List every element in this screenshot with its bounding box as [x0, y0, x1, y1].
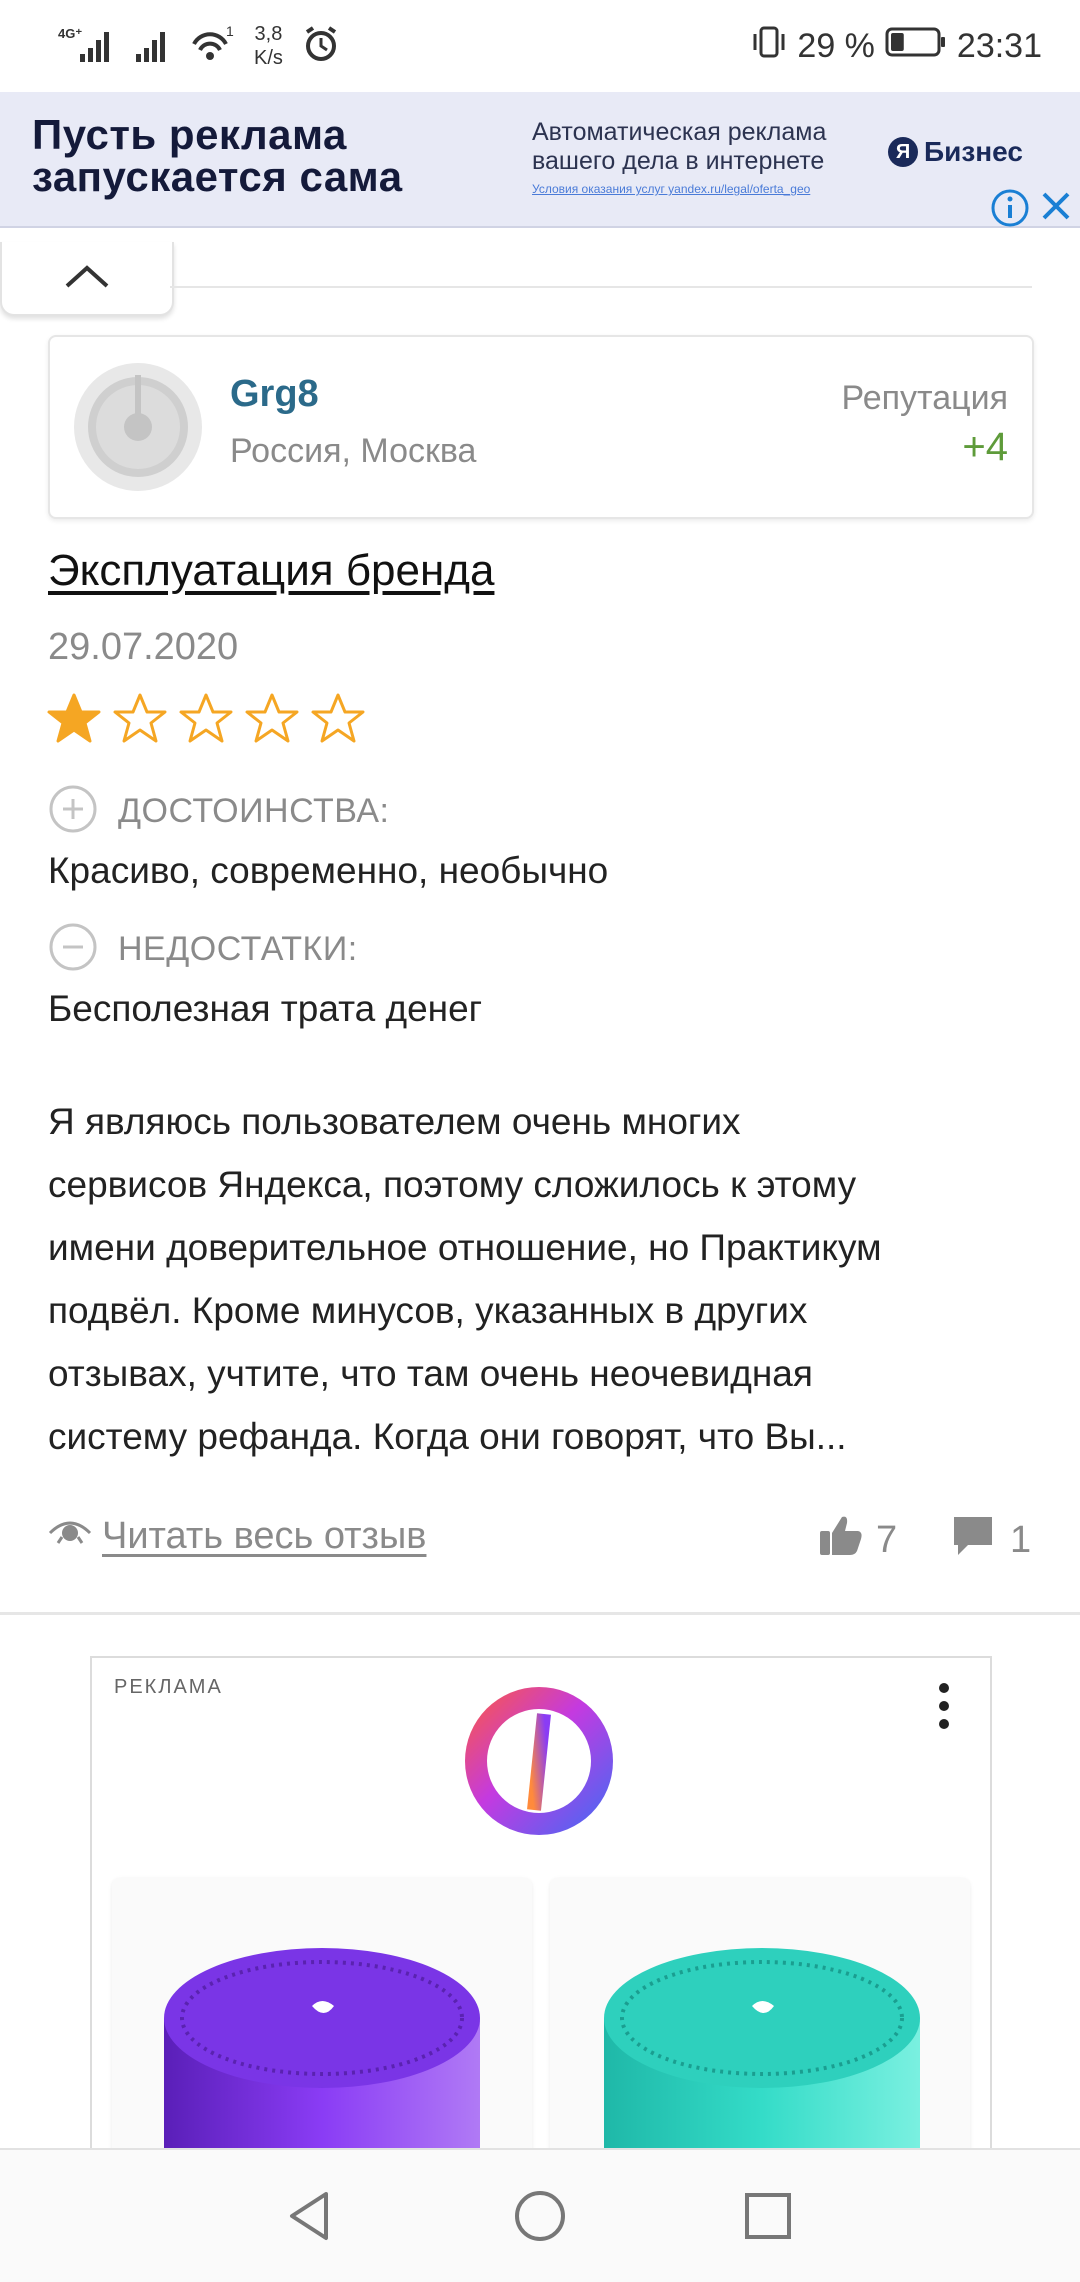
speed-unit: K/s [254, 47, 283, 69]
battery-percent: 29 % [797, 26, 875, 65]
section-divider [0, 1612, 1080, 1615]
author-location: Россия, Москва [230, 432, 477, 470]
review-body-line: отзывах, учтите, что там очень неочевидн… [48, 1353, 813, 1394]
yandex-logo-icon: Я [888, 137, 918, 167]
ad-fine-print[interactable]: Условия оказания услуг yandex.ru/legal/o… [532, 182, 810, 196]
back-icon[interactable] [280, 2186, 340, 2246]
review-title[interactable]: Эксплуатация бренда [48, 546, 494, 596]
review-body-line: систему рефанда. Когда они говорят, что … [48, 1416, 847, 1457]
top-ad-banner[interactable]: Пусть реклама запускается сама Автоматич… [0, 92, 1080, 228]
ad-headline-line2: запускается сама [32, 153, 403, 200]
ad-description: Автоматическая реклама вашего дела в инт… [532, 118, 826, 176]
collapse-button[interactable] [0, 242, 174, 316]
reputation-label: Репутация [841, 379, 1008, 417]
comment-count: 1 [1010, 1518, 1032, 1561]
pros-text: Красиво, современно, необычно [48, 850, 609, 891]
author-username[interactable]: Grg8 [230, 373, 319, 416]
author-card[interactable]: Grg8 Россия, Москва Репутация +4 [48, 335, 1034, 519]
alarm-icon [301, 24, 341, 69]
plus-circle-icon [48, 784, 98, 839]
home-icon[interactable] [510, 2186, 570, 2246]
close-icon[interactable] [1038, 188, 1074, 229]
review-body: Я являюсь пользователем очень многих сер… [48, 1090, 1038, 1468]
star-empty-icon [113, 693, 167, 743]
status-right: 29 % 23:31 [751, 18, 1042, 74]
star-empty-icon [179, 693, 233, 743]
ad-desc-line2: вашего дела в интернете [532, 147, 825, 175]
read-full-review-label: Читать весь отзыв [102, 1514, 427, 1557]
ad-desc-line1: Автоматическая реклама [532, 118, 827, 146]
more-vert-icon[interactable] [938, 1682, 950, 1735]
star-rating [46, 692, 366, 746]
svg-text:4G⁺: 4G⁺ [58, 26, 82, 41]
wifi-icon: 1 [190, 23, 236, 69]
navigation-bar [0, 2148, 1080, 2282]
cons-header: НЕДОСТАТКИ: [48, 922, 358, 977]
chevron-up-icon [63, 262, 111, 295]
review-body-line: подвёл. Кроме минусов, указанных в други… [48, 1290, 808, 1331]
recents-icon[interactable] [738, 2186, 798, 2246]
star-empty-icon [311, 693, 365, 743]
cellular-4g-icon: 4G⁺ [58, 24, 114, 69]
status-left: 4G⁺ 1 3,8 K/s [58, 18, 341, 74]
star-filled-icon [47, 693, 101, 743]
star-empty-icon [245, 693, 299, 743]
review-date: 29.07.2020 [48, 626, 239, 668]
pros-label: ДОСТОИНСТВА: [118, 792, 390, 830]
read-full-review-link[interactable]: Читать весь отзыв [48, 1513, 426, 1559]
info-icon[interactable] [990, 188, 1030, 233]
pros-header: ДОСТОИНСТВА: [48, 784, 389, 839]
thumbs-up-icon [818, 1513, 864, 1567]
wifi-badge: 1 [226, 24, 234, 39]
comments-button[interactable]: 1 [950, 1513, 1031, 1567]
divider [170, 286, 1032, 288]
reputation-value: +4 [962, 425, 1008, 469]
ad-headline-line1: Пусть реклама [32, 111, 347, 158]
ad-brand: Я Бизнес [888, 136, 1023, 168]
like-button[interactable]: 7 [818, 1513, 897, 1567]
review-body-line: Я являюсь пользователем очень многих [48, 1101, 741, 1142]
review-footer: Читать весь отзыв 7 1 [48, 1505, 1031, 1575]
speed-value: 3,8 [254, 23, 283, 45]
comment-icon [950, 1513, 996, 1567]
yandex-plus-logo-icon [464, 1686, 614, 1836]
network-speed: 3,8 K/s [254, 22, 283, 70]
ad-label: РЕКЛАМА [114, 1676, 223, 1698]
minus-circle-icon [48, 922, 98, 977]
clock: 23:31 [956, 26, 1042, 65]
cellular-signal-icon [132, 24, 172, 69]
eye-icon [48, 1513, 92, 1559]
battery-icon [885, 25, 947, 68]
avatar[interactable] [72, 361, 204, 493]
status-bar: 4G⁺ 1 3,8 K/s 29 % 23:31 [0, 0, 1080, 90]
review-body-line: сервисов Яндекса, поэтому сложилось к эт… [48, 1164, 857, 1205]
vibrate-icon [751, 22, 787, 71]
like-count: 7 [876, 1518, 898, 1561]
ad-brand-name: Бизнес [924, 136, 1023, 167]
cons-text: Бесполезная трата денег [48, 988, 483, 1029]
ad-headline: Пусть реклама запускается сама [32, 114, 403, 198]
cons-label: НЕДОСТАТКИ: [118, 930, 358, 968]
review-body-line: имени доверительное отношение, но Практи… [48, 1227, 882, 1268]
